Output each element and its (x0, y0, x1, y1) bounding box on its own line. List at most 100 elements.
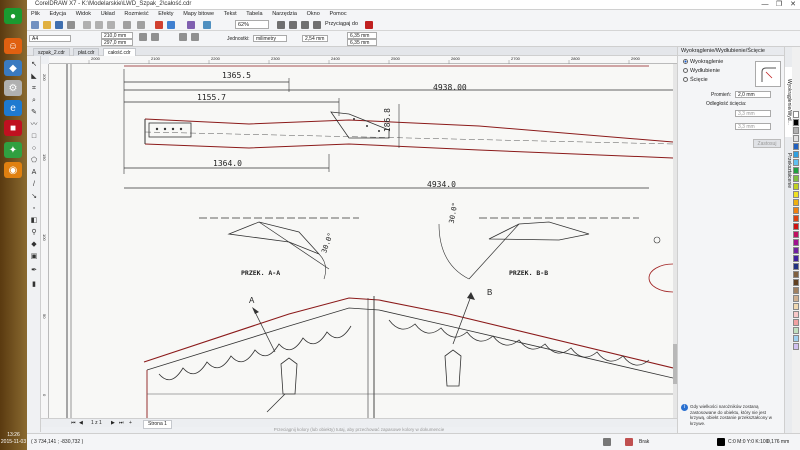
palette-swatch[interactable] (793, 231, 799, 238)
palette-swatch[interactable] (793, 127, 799, 134)
settings-icon[interactable]: ⚙ (4, 80, 22, 96)
leaf-icon[interactable]: ✦ (4, 142, 22, 158)
palette-swatch[interactable] (793, 159, 799, 166)
paste-icon[interactable] (107, 21, 115, 29)
palette-swatch[interactable] (793, 279, 799, 286)
options-icon[interactable] (365, 21, 373, 29)
save-icon[interactable] (55, 21, 63, 29)
browser-icon[interactable]: e (4, 100, 22, 116)
open-icon[interactable] (43, 21, 51, 29)
menu-efekty[interactable]: Efekty (154, 10, 177, 18)
palette-swatch[interactable] (793, 111, 799, 118)
tab-szpak[interactable]: szpak_2.cdr (33, 48, 70, 56)
grid-icon[interactable] (301, 21, 309, 29)
outline-swatch-icon[interactable] (717, 438, 725, 446)
import-icon[interactable] (155, 21, 163, 29)
scallop-radio[interactable]: Wydłubienie (683, 68, 720, 75)
menu-narzedzia[interactable]: Narzędzia (268, 10, 301, 18)
menu-widok[interactable]: Widok (72, 10, 95, 18)
cut-icon[interactable] (83, 21, 91, 29)
palette-swatch[interactable] (793, 151, 799, 158)
palette-swatch[interactable] (793, 263, 799, 270)
connector-tool-icon[interactable]: ↘ (29, 192, 39, 201)
fill-swatch-icon[interactable] (625, 438, 633, 446)
palette-swatch[interactable] (793, 119, 799, 126)
outline-pen-icon[interactable]: ✒ (29, 266, 39, 275)
ellipse-tool-icon[interactable]: ○ (29, 144, 39, 153)
artistic-media-icon[interactable]: 〰 (29, 120, 39, 129)
palette-swatch[interactable] (793, 199, 799, 206)
text-tool-icon[interactable]: A (29, 168, 39, 177)
palette-swatch[interactable] (793, 175, 799, 182)
menu-edycja[interactable]: Edycja (46, 10, 71, 18)
zoom-select[interactable]: 62% (235, 20, 269, 29)
menu-okno[interactable]: Okno (303, 10, 324, 18)
export-icon[interactable] (167, 21, 175, 29)
guidelines-icon[interactable] (313, 21, 321, 29)
drop-shadow-icon[interactable]: ▫ (29, 204, 39, 213)
first-page-button[interactable]: ⏮ (71, 420, 76, 427)
palette-swatch[interactable] (793, 311, 799, 318)
palette-swatch[interactable] (793, 271, 799, 278)
snap-to-dropdown[interactable]: Przyciągaj do (325, 20, 358, 29)
orange-icon[interactable]: ◉ (4, 162, 22, 178)
palette-swatch[interactable] (793, 287, 799, 294)
palette-swatch[interactable] (793, 183, 799, 190)
fill-icon[interactable]: ▮ (29, 280, 39, 289)
crop-tool-icon[interactable]: ⌗ (29, 84, 39, 93)
smart-fill-icon[interactable]: ▣ (29, 252, 39, 261)
next-page-button[interactable]: ▶ (111, 420, 115, 427)
landscape-icon[interactable] (151, 33, 159, 41)
menu-tekst[interactable]: Tekst (220, 10, 241, 18)
transparency-tool-icon[interactable]: ◧ (29, 216, 39, 225)
vertical-ruler[interactable]: 200 150 100 50 0 (41, 64, 49, 418)
zoom-tool-icon[interactable]: ⌕ (29, 96, 39, 105)
undo-icon[interactable] (123, 21, 131, 29)
lock-icon[interactable] (603, 438, 611, 446)
app-icon[interactable]: ◆ (4, 60, 22, 76)
palette-swatch[interactable] (793, 143, 799, 150)
polygon-tool-icon[interactable]: ⬠ (29, 156, 39, 165)
menu-tabela[interactable]: Tabela (242, 10, 266, 18)
palette-swatch[interactable] (793, 135, 799, 142)
menu-mapy[interactable]: Mapy bitowe (179, 10, 218, 18)
smiley-icon[interactable]: ☺ (4, 38, 22, 54)
eyedropper-icon[interactable]: ⚲ (29, 228, 39, 237)
add-page-button[interactable]: + (129, 420, 132, 427)
palette-swatch[interactable] (793, 247, 799, 254)
menu-pomoc[interactable]: Pomoc (325, 10, 350, 18)
palette-swatch[interactable] (793, 319, 799, 326)
redo-icon[interactable] (137, 21, 145, 29)
portrait-icon[interactable] (139, 33, 147, 41)
drawing-canvas[interactable]: 1365.5 4938.00 1155.7 186.8 1364.0 4934.… (49, 64, 673, 418)
apply-button[interactable]: Zastosuj (753, 139, 781, 148)
last-page-button[interactable]: ⏭ (119, 420, 124, 427)
rulers-icon[interactable] (289, 21, 297, 29)
current-page-icon[interactable] (191, 33, 199, 41)
rectangle-tool-icon[interactable]: □ (29, 132, 39, 141)
horizontal-ruler[interactable]: 2000 2100 2200 2300 2400 2500 2600 2700 … (49, 56, 677, 64)
menu-plik[interactable]: Plik (27, 10, 44, 18)
chamfer-radio[interactable]: Ścięcie (683, 77, 708, 84)
palette-swatch[interactable] (793, 295, 799, 302)
page-size-select[interactable]: A4 (29, 35, 71, 42)
print-icon[interactable] (67, 21, 75, 29)
tab-plat[interactable]: płat.cdr (73, 48, 100, 56)
palette-swatch[interactable] (793, 303, 799, 310)
menu-rozmiesc[interactable]: Rozmieść (120, 10, 152, 18)
corel-icon[interactable]: ● (4, 8, 22, 24)
menu-uklad[interactable]: Układ (97, 10, 119, 18)
palette-swatch[interactable] (793, 239, 799, 246)
fillet-radio[interactable]: Wyokrąglenie (683, 59, 723, 66)
palette-swatch[interactable] (793, 343, 799, 350)
chamfer-a-field[interactable]: 3,3 mm (735, 110, 771, 117)
interactive-fill-icon[interactable]: ◆ (29, 240, 39, 249)
palette-swatch[interactable] (793, 255, 799, 262)
freehand-tool-icon[interactable]: ✎ (29, 108, 39, 117)
palette-swatch[interactable] (793, 327, 799, 334)
page-height-field[interactable]: 297,0 mm (101, 39, 133, 46)
chamfer-b-field[interactable]: 3,3 mm (735, 123, 771, 130)
palette-swatch[interactable] (793, 335, 799, 342)
close-button[interactable]: ✕ (786, 0, 800, 10)
palette-swatch[interactable] (793, 223, 799, 230)
